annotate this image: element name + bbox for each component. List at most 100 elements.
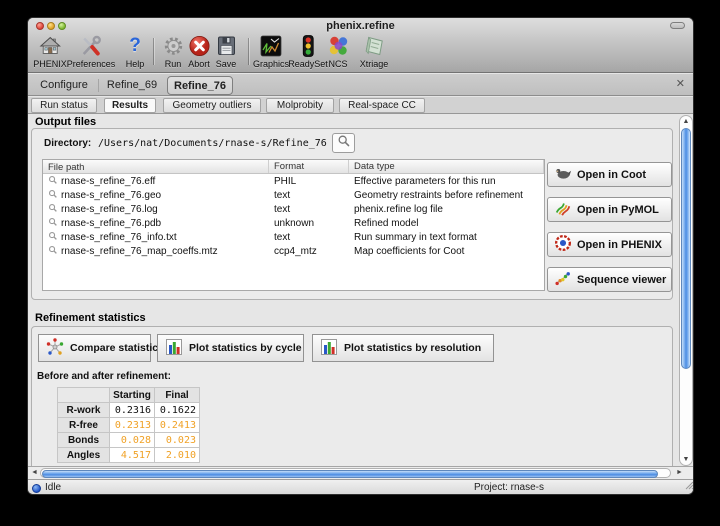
- horizontal-scrollbar-thumb[interactable]: [42, 470, 658, 478]
- action-button-label: Open in PyMOL: [577, 204, 659, 216]
- readyset-traffic-light-icon: [296, 33, 321, 58]
- stats-row-r-work: R-work 0.2316 0.1622: [58, 403, 200, 418]
- subtab-molprobity[interactable]: Molprobity: [266, 98, 334, 113]
- plot-statistics-by-cycle-button[interactable]: Plot statistics by cycle: [157, 334, 304, 362]
- tab-refine-76[interactable]: Refine_76: [167, 76, 233, 95]
- file-data-type: Refined model: [349, 218, 544, 229]
- stat-starting-value: 0.028: [110, 433, 155, 448]
- screen-background: phenix.refine PHENIX: [0, 0, 720, 526]
- scroll-right-arrow-icon[interactable]: ►: [676, 469, 683, 476]
- toolbar-button-readyset[interactable]: ReadySet: [288, 33, 328, 69]
- stats-row-angles: Angles 4.517 2.010: [58, 448, 200, 463]
- browse-directory-button[interactable]: [332, 133, 355, 153]
- stat-label: R-free: [58, 418, 110, 433]
- column-header-file-path: File path: [43, 160, 269, 173]
- results-subtab-bar: Run status Results Geometry outliers Mol…: [28, 97, 693, 114]
- file-format: text: [269, 204, 349, 215]
- file-path: rnase-s_refine_76.log: [61, 204, 158, 215]
- stats-row-bonds: Bonds 0.028 0.023: [58, 433, 200, 448]
- toolbar-button-run[interactable]: Run: [161, 33, 186, 69]
- phenix-logo-icon: [554, 234, 572, 255]
- open-in-coot-button[interactable]: Open in Coot: [547, 162, 672, 187]
- table-row[interactable]: rnase-s_refine_76.log text phenix.refine…: [43, 202, 544, 216]
- plot-statistics-by-resolution-button[interactable]: Plot statistics by resolution: [312, 334, 494, 362]
- toolbar-button-abort[interactable]: Abort: [187, 33, 212, 69]
- xtriage-icon: [362, 33, 387, 58]
- refinement-statistics-section-title: Refinement statistics: [35, 312, 146, 324]
- table-row[interactable]: rnase-s_refine_76.geo text Geometry rest…: [43, 188, 544, 202]
- column-header-data-type: Data type: [349, 160, 544, 173]
- toolbar-button-graphics[interactable]: Graphics: [253, 33, 289, 69]
- scroll-down-arrow-icon[interactable]: ▼: [680, 456, 692, 463]
- horizontal-scrollbar[interactable]: ◄ ►: [28, 466, 694, 479]
- project-label: Project: rnase-s: [474, 482, 544, 493]
- file-data-type: phenix.refine log file: [349, 204, 544, 215]
- stat-starting-value: 0.2313: [110, 418, 155, 433]
- toolbar-button-ncs[interactable]: NCS: [326, 33, 351, 69]
- scroll-left-arrow-icon[interactable]: ◄: [31, 469, 38, 476]
- magnifier-icon: [48, 245, 58, 258]
- stat-final-value: 2.010: [155, 448, 200, 463]
- file-path: rnase-s_refine_76_info.txt: [61, 232, 177, 243]
- table-row[interactable]: rnase-s_refine_76_info.txt text Run summ…: [43, 230, 544, 244]
- tab-separator: [98, 79, 99, 92]
- table-row[interactable]: rnase-s_refine_76_map_coeffs.mtz ccp4_mt…: [43, 244, 544, 258]
- toolbar-label: Xtriage: [360, 59, 389, 69]
- toolbar-button-save[interactable]: Save: [214, 33, 239, 69]
- toolbar-button-help[interactable]: ? Help: [123, 33, 148, 69]
- toolbar-label: Run: [165, 59, 182, 69]
- stat-button-label: Compare statistics: [70, 342, 164, 354]
- subtab-geometry-outliers[interactable]: Geometry outliers: [163, 98, 261, 113]
- horizontal-scrollbar-track[interactable]: [40, 468, 671, 478]
- window-header: phenix.refine PHENIX: [28, 18, 693, 73]
- refinement-statistics-groupbox: Compare statistics Plot statistics by cy…: [31, 326, 673, 466]
- bar-chart-icon: [164, 337, 184, 360]
- stats-column-final: Final: [155, 388, 200, 403]
- coot-bird-icon: [554, 164, 572, 185]
- scroll-up-arrow-icon[interactable]: ▲: [680, 118, 692, 125]
- stat-starting-value: 0.2316: [110, 403, 155, 418]
- file-path: rnase-s_refine_76.pdb: [61, 218, 161, 229]
- stats-row-r-free: R-free 0.2313 0.2413: [58, 418, 200, 433]
- table-row[interactable]: rnase-s_refine_76.pdb unknown Refined mo…: [43, 216, 544, 230]
- file-path: rnase-s_refine_76_map_coeffs.mtz: [61, 246, 218, 257]
- tab-configure[interactable]: Configure: [32, 76, 96, 95]
- sequence-icon: [554, 269, 572, 290]
- stats-corner-cell: [58, 388, 110, 403]
- toolbar-button-preferences[interactable]: Preferences: [67, 33, 116, 69]
- toolbar-label: Preferences: [67, 59, 116, 69]
- toolbar-button-phenix[interactable]: PHENIX: [33, 33, 67, 69]
- compare-molecule-icon: [45, 337, 65, 360]
- stat-label: Angles: [58, 448, 110, 463]
- table-row[interactable]: rnase-s_refine_76.eff PHIL Effective par…: [43, 174, 544, 188]
- action-button-label: Open in PHENIX: [577, 239, 662, 251]
- subtab-real-space-cc[interactable]: Real-space CC: [339, 98, 425, 113]
- directory-path: /Users/nat/Documents/rnase-s/Refine_76: [98, 138, 327, 149]
- toolbar-toggle-button[interactable]: [670, 22, 685, 29]
- vertical-scrollbar[interactable]: ▲ ▼: [679, 115, 693, 466]
- subtab-run-status[interactable]: Run status: [31, 98, 97, 113]
- magnifier-icon: [48, 175, 58, 188]
- open-in-phenix-button[interactable]: Open in PHENIX: [547, 232, 672, 257]
- vertical-scrollbar-thumb[interactable]: [681, 128, 691, 369]
- file-path: rnase-s_refine_76.eff: [61, 176, 155, 187]
- stat-final-value: 0.2413: [155, 418, 200, 433]
- file-data-type: Geometry restraints before refinement: [349, 190, 544, 201]
- compare-statistics-button[interactable]: Compare statistics: [38, 334, 151, 362]
- tab-close-icon[interactable]: ✕: [676, 77, 685, 90]
- status-indicator-icon: [32, 484, 41, 493]
- toolbar-label: NCS: [328, 59, 347, 69]
- stat-label: Bonds: [58, 433, 110, 448]
- toolbar-label: Abort: [188, 59, 210, 69]
- resize-grip[interactable]: [683, 477, 694, 495]
- subtab-results[interactable]: Results: [104, 98, 156, 113]
- stats-header-row: Starting Final: [58, 388, 200, 403]
- toolbar-button-xtriage[interactable]: Xtriage: [360, 33, 389, 69]
- tab-refine-69[interactable]: Refine_69: [100, 76, 164, 95]
- sequence-viewer-button[interactable]: Sequence viewer: [547, 267, 672, 292]
- pymol-ribbon-icon: [554, 199, 572, 220]
- refinement-stats-table: Starting Final R-work 0.2316 0.1622 R-fr…: [57, 387, 200, 463]
- open-in-pymol-button[interactable]: Open in PyMOL: [547, 197, 672, 222]
- output-files-groupbox: Directory: /Users/nat/Documents/rnase-s/…: [31, 128, 673, 300]
- toolbar-label: PHENIX: [33, 59, 67, 69]
